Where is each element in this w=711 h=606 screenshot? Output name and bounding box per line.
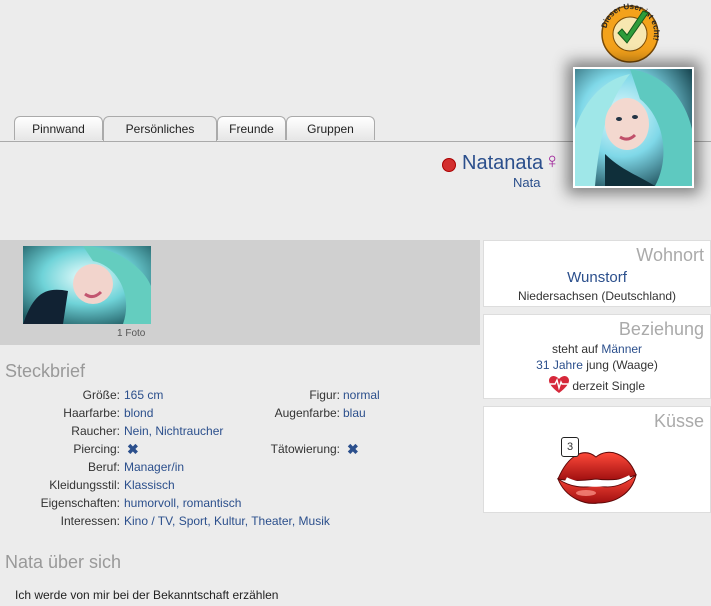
card-kuesse: Küsse 3 [483, 406, 711, 513]
profile-username: Natanata [462, 152, 544, 174]
age-suffix: jung (Waage) [586, 358, 658, 372]
steckbrief-title: Steckbrief [5, 361, 86, 381]
field-label: Kleidungsstil: [49, 478, 120, 492]
field-value[interactable]: humorvoll, romantisch [124, 496, 241, 510]
field-label: Raucher: [71, 424, 120, 438]
profile-photo[interactable] [573, 67, 694, 188]
no-x-icon: ✖ [127, 441, 139, 457]
region-text: Niedersachsen (Deutschland) [517, 289, 677, 303]
profile-tabs: Pinnwand Persönliches Freunde Gruppen [14, 116, 375, 142]
field-label: Größe: [82, 388, 120, 402]
steht-auf-row: steht auf Männer [484, 342, 710, 356]
field-value[interactable]: Kino / TV, Sport, Kultur, Theater, Musik [124, 514, 330, 528]
about-title: Nata über sich [5, 552, 122, 572]
field-label: Figur: [309, 388, 340, 402]
age-value[interactable]: 31 Jahre [536, 358, 583, 372]
field-label: Eigenschaften: [40, 496, 120, 510]
field-value[interactable]: Manager/in [124, 460, 184, 474]
relationship-status: derzeit Single [572, 379, 646, 393]
no-x-icon: ✖ [347, 441, 359, 457]
about-text: Ich werde von mir bei der Bekanntschaft … [15, 588, 279, 602]
photo-count: 1 Foto [117, 328, 146, 339]
field-label: Interessen: [60, 514, 120, 528]
field-value[interactable]: 165 cm [124, 388, 163, 402]
steht-auf-label: steht auf [551, 342, 598, 356]
card-title: Küsse [653, 411, 704, 431]
relationship-status-row: derzeit Single [484, 376, 710, 394]
field-value[interactable]: blond [124, 406, 153, 420]
field-value[interactable]: normal [343, 388, 380, 402]
field-label: Augenfarbe: [274, 406, 340, 420]
tab-persoenliches[interactable]: Persönliches [103, 116, 217, 142]
kiss-count: 3 [561, 437, 579, 457]
field-label: Tätowierung: [270, 442, 340, 456]
city-link[interactable]: Wunstorf [484, 269, 710, 286]
age-row: 31 Jahre jung (Waage) [484, 358, 710, 372]
field-label: Beruf: [87, 460, 120, 474]
card-title: Wohnort [636, 245, 704, 265]
field-value[interactable]: blau [343, 406, 366, 420]
steht-auf-value[interactable]: Männer [601, 342, 642, 356]
verified-badge-icon: Dieser User ist echt! [600, 3, 661, 63]
female-gender-icon: ♀ [544, 148, 561, 173]
field-value[interactable]: Nein, Nichtraucher [124, 424, 223, 438]
tab-freunde[interactable]: Freunde [217, 116, 286, 140]
photo-thumbnail[interactable] [23, 246, 151, 324]
card-wohnort: Wohnort Wunstorf Niedersachsen (Deutschl… [483, 240, 711, 307]
tab-pinnwand[interactable]: Pinnwand [14, 116, 103, 140]
card-title: Beziehung [618, 319, 704, 339]
photo-strip: 1 Foto [0, 240, 480, 345]
card-beziehung: Beziehung steht auf Männer 31 Jahre jung… [483, 314, 711, 399]
field-label: Haarfarbe: [63, 406, 120, 420]
field-label: Piercing: [73, 442, 120, 456]
online-status-dot [442, 158, 456, 172]
heart-pulse-icon [548, 376, 569, 393]
profile-real-name: Nata [513, 175, 541, 190]
field-value[interactable]: Klassisch [124, 478, 175, 492]
tab-gruppen[interactable]: Gruppen [286, 116, 375, 140]
